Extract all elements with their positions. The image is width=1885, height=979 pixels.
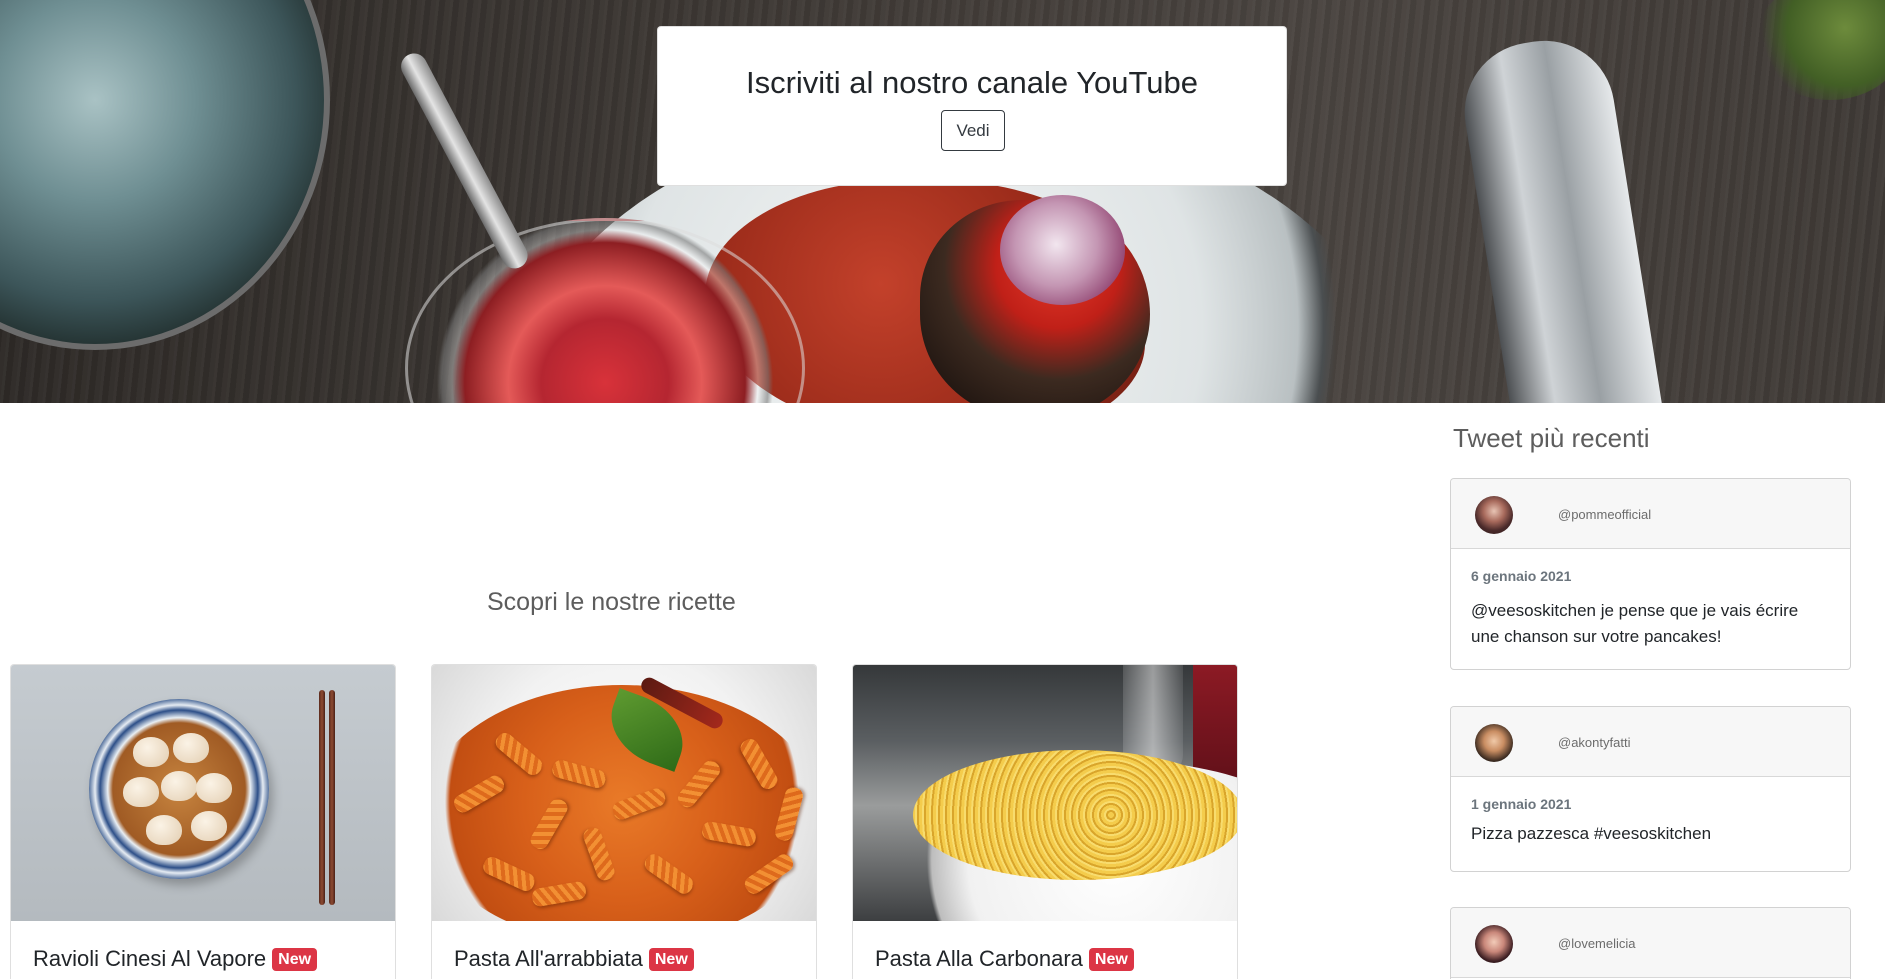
dumpling bbox=[146, 815, 182, 845]
spaghetti bbox=[913, 750, 1237, 880]
new-badge: New bbox=[648, 948, 694, 971]
recipe-title-text[interactable]: Pasta Alla Carbonara bbox=[875, 946, 1083, 971]
dumpling bbox=[133, 737, 169, 767]
onion-image bbox=[1000, 195, 1125, 305]
tweet-handle[interactable]: @akontyfatti bbox=[1558, 735, 1630, 750]
recipe-title-ravioli[interactable]: Ravioli Cinesi Al Vapore New bbox=[33, 946, 318, 972]
hero-banner: Iscriviti al nostro canale YouTube Vedi bbox=[0, 0, 1885, 403]
tweets-heading: Tweet più recenti bbox=[1453, 423, 1650, 453]
recipe-image-carbonara[interactable] bbox=[853, 665, 1237, 921]
spoon-image bbox=[396, 48, 533, 274]
tweet-header: @lovemelicia bbox=[1451, 908, 1850, 978]
recipe-card-arrabbiata[interactable]: Pasta All'arrabbiata New bbox=[431, 664, 817, 979]
avatar[interactable] bbox=[1475, 496, 1513, 534]
recipe-title-text[interactable]: Pasta All'arrabbiata bbox=[454, 946, 643, 971]
avatar[interactable] bbox=[1475, 925, 1513, 963]
recipes-heading: Scopri le nostre ricette bbox=[487, 588, 736, 616]
herbs-image bbox=[1755, 0, 1885, 100]
dumpling bbox=[196, 773, 232, 803]
tweet-handle[interactable]: @pommeofficial bbox=[1558, 507, 1651, 522]
tweet-text: @veesoskitchen je pense que je vais écri… bbox=[1471, 601, 1799, 646]
youtube-subscribe-card: Iscriviti al nostro canale YouTube Vedi bbox=[657, 26, 1287, 186]
dumpling bbox=[161, 771, 197, 801]
recipe-image-ravioli[interactable] bbox=[11, 665, 395, 921]
tweet-card: @pommeofficial 6 gennaio 2021 @veesoskit… bbox=[1450, 478, 1851, 670]
rice-pan-image bbox=[0, 0, 330, 350]
new-badge: New bbox=[1088, 948, 1134, 971]
tweet-card: @akontyfatti 1 gennaio 2021 Pizza pazzes… bbox=[1450, 706, 1851, 872]
tweet-date: 6 gennaio 2021 bbox=[1471, 568, 1572, 584]
tweet-text: Pizza pazzesca #veesoskitchen bbox=[1471, 824, 1712, 843]
new-badge: New bbox=[272, 948, 318, 971]
recipe-title-text[interactable]: Ravioli Cinesi Al Vapore bbox=[33, 946, 266, 971]
youtube-view-button[interactable]: Vedi bbox=[941, 110, 1005, 151]
recipe-title-arrabbiata[interactable]: Pasta All'arrabbiata New bbox=[454, 946, 694, 972]
tweet-handle[interactable]: @lovemelicia bbox=[1558, 936, 1636, 951]
chopstick bbox=[319, 690, 325, 905]
dumpling bbox=[191, 811, 227, 841]
recipe-image-arrabbiata[interactable] bbox=[432, 665, 816, 921]
chopstick bbox=[329, 690, 335, 905]
recipe-card-ravioli[interactable]: Ravioli Cinesi Al Vapore New bbox=[10, 664, 396, 979]
dumpling bbox=[173, 733, 209, 763]
recipe-card-carbonara[interactable]: Pasta Alla Carbonara New bbox=[852, 664, 1238, 979]
tweet-header: @akontyfatti bbox=[1451, 707, 1850, 777]
tweet-card: @lovemelicia bbox=[1450, 907, 1851, 979]
tweet-date: 1 gennaio 2021 bbox=[1471, 796, 1572, 812]
recipe-title-carbonara[interactable]: Pasta Alla Carbonara New bbox=[875, 946, 1134, 972]
avatar[interactable] bbox=[1475, 724, 1513, 762]
tweet-header: @pommeofficial bbox=[1451, 479, 1850, 549]
dumpling bbox=[123, 777, 159, 807]
knife-image bbox=[1454, 30, 1666, 403]
youtube-card-title: Iscriviti al nostro canale YouTube bbox=[745, 65, 1199, 100]
